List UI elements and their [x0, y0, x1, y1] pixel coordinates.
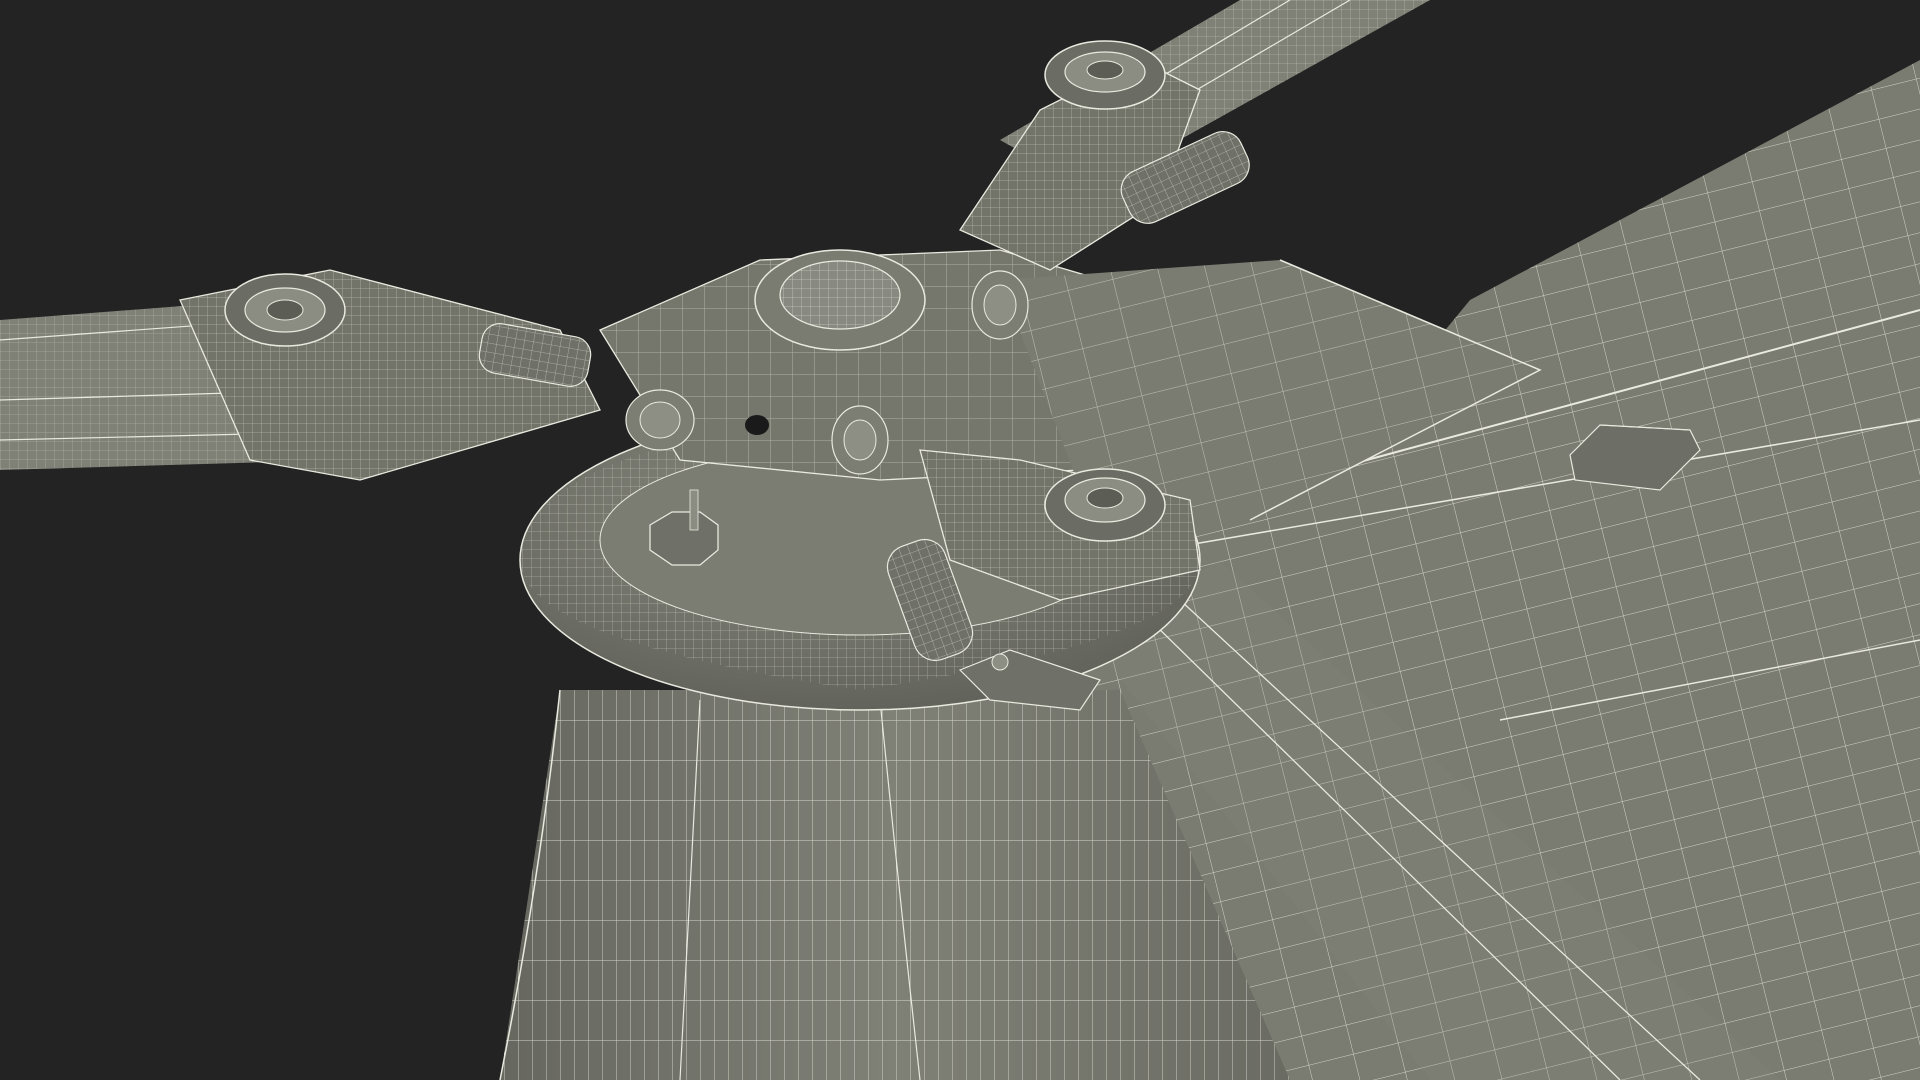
hub-bearing-front: [831, 405, 889, 475]
render-viewport: [0, 0, 1920, 1080]
rotor-hub-render: [0, 0, 1920, 1080]
hub-bearing-left: [625, 389, 695, 451]
bearing-left: [224, 273, 346, 347]
bearing-upper: [1044, 40, 1166, 110]
hub-bolt-hole: [745, 415, 769, 435]
hub-center-cap: [754, 249, 926, 351]
bearing-front: [1044, 468, 1166, 542]
hub-bearing-right: [971, 270, 1029, 340]
